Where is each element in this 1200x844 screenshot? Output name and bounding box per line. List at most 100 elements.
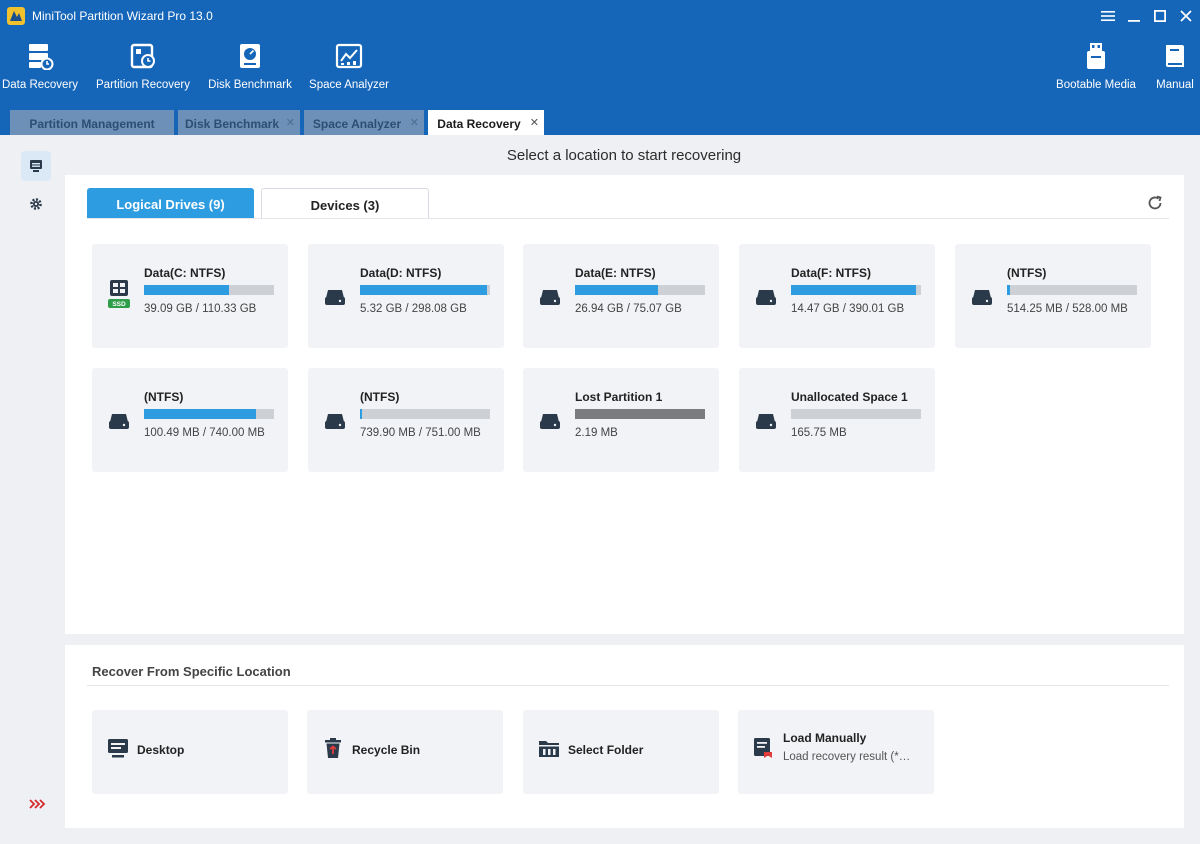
toolbar-manual[interactable]: Manual: [1150, 42, 1200, 100]
location-load-manually[interactable]: Load Manually Load recovery result (*…: [738, 710, 934, 794]
title-bar: MiniTool Partition Wizard Pro 13.0: [0, 0, 1200, 32]
drive-usage-fill: [575, 409, 705, 419]
tab-label: Data Recovery: [437, 117, 521, 131]
bootable-media-icon: [1087, 43, 1105, 69]
drive-name: (NTFS): [360, 390, 400, 404]
drive-usage-bar: [144, 285, 274, 295]
tab-label: Space Analyzer: [312, 117, 402, 131]
recycle-bin-icon: [325, 738, 341, 758]
location-sublabel: Load recovery result (*…: [783, 751, 911, 763]
tab-close-icon[interactable]: ✕: [286, 116, 295, 129]
tab-close-icon[interactable]: ✕: [410, 116, 419, 129]
load-manually-icon: [754, 738, 772, 758]
toolbar-manual-label: Manual: [1156, 79, 1194, 91]
app-logo-icon: [7, 7, 25, 25]
drive-usage-bar: [1007, 285, 1137, 295]
drive-card[interactable]: (NTFS) 514.25 MB / 528.00 MB: [955, 244, 1151, 348]
sidebar-recovery-button[interactable]: [21, 151, 51, 181]
drive-usage-bar: [360, 409, 490, 419]
drive-size: 165.75 MB: [791, 427, 847, 439]
toolbar-disk-benchmark[interactable]: Disk Benchmark: [204, 42, 296, 100]
sidebar-settings-button[interactable]: [21, 189, 51, 219]
specific-location-title: Recover From Specific Location: [92, 664, 291, 679]
tab-divider: [87, 218, 1169, 219]
location-recycle-bin[interactable]: Recycle Bin: [307, 710, 503, 794]
toolbar-data-recovery[interactable]: Data Recovery: [0, 42, 80, 100]
tab-logical-drives[interactable]: Logical Drives (9): [87, 188, 254, 218]
drive-panel: Logical Drives (9) Devices (3) SSD Data(…: [65, 175, 1184, 634]
drive-usage-fill: [1007, 285, 1010, 295]
drive-usage-bar: [575, 409, 705, 419]
drive-card[interactable]: Data(E: NTFS) 26.94 GB / 75.07 GB: [523, 244, 719, 348]
refresh-icon[interactable]: [1146, 194, 1164, 212]
tab-space-analyzer[interactable]: Space Analyzer ✕: [304, 110, 424, 135]
drive-name: Unallocated Space 1: [791, 390, 908, 404]
drive-card[interactable]: (NTFS) 739.90 MB / 751.00 MB: [308, 368, 504, 472]
hard-drive-icon: [325, 414, 345, 429]
monitor-icon: [30, 160, 42, 172]
location-label: Desktop: [137, 743, 185, 757]
drive-name: Data(F: NTFS): [791, 266, 871, 280]
hard-drive-icon: [540, 414, 560, 429]
drive-size: 739.90 MB / 751.00 MB: [360, 427, 481, 439]
drive-name: Lost Partition 1: [575, 390, 663, 404]
menu-button[interactable]: [1096, 4, 1120, 28]
drive-usage-fill: [144, 409, 256, 419]
tab-close-icon[interactable]: ✕: [530, 116, 539, 129]
drive-name: Data(E: NTFS): [575, 266, 656, 280]
tab-devices[interactable]: Devices (3): [261, 188, 429, 218]
drive-usage-fill: [144, 285, 229, 295]
location-label: Select Folder: [568, 743, 644, 757]
location-label: Recycle Bin: [352, 743, 421, 757]
drive-size: 5.32 GB / 298.08 GB: [360, 303, 467, 315]
drive-card[interactable]: (NTFS) 100.49 MB / 740.00 MB: [92, 368, 288, 472]
location-desktop[interactable]: Desktop: [92, 710, 288, 794]
drive-card[interactable]: Data(D: NTFS) 5.32 GB / 298.08 GB: [308, 244, 504, 348]
drive-usage-fill: [360, 285, 488, 295]
drive-size: 514.25 MB / 528.00 MB: [1007, 303, 1128, 315]
tab-partition-management[interactable]: Partition Management: [10, 110, 174, 135]
hard-drive-icon: [109, 414, 129, 429]
data-recovery-icon: [29, 44, 54, 70]
ssd-drive-icon: SSD: [108, 280, 130, 308]
drive-card[interactable]: SSD Data(C: NTFS) 39.09 GB / 110.33 GB: [92, 244, 288, 348]
maximize-button[interactable]: [1148, 4, 1172, 28]
toolbar-bootable-media-label: Bootable Media: [1056, 79, 1136, 91]
hard-drive-icon: [972, 290, 992, 305]
content-area: Select a location to start recovering Lo…: [0, 135, 1200, 844]
tab-data-recovery[interactable]: Data Recovery ✕: [428, 110, 544, 135]
expand-sidebar-icon[interactable]: [28, 797, 46, 811]
sidebar: [14, 149, 56, 831]
drive-usage-bar: [360, 285, 490, 295]
drive-card[interactable]: Data(F: NTFS) 14.47 GB / 390.01 GB: [739, 244, 935, 348]
toolbar-space-analyzer[interactable]: Space Analyzer: [306, 42, 392, 100]
app-title: MiniTool Partition Wizard Pro 13.0: [32, 9, 213, 23]
minimize-icon: [1128, 20, 1140, 22]
minimize-button[interactable]: [1122, 4, 1146, 28]
hard-drive-icon: [756, 290, 776, 305]
hamburger-icon: [1101, 11, 1115, 21]
section-divider: [87, 685, 1169, 686]
specific-location-panel: Recover From Specific Location Desktop R…: [65, 645, 1184, 828]
drive-usage-fill: [575, 285, 659, 295]
page-title: Select a location to start recovering: [506, 147, 742, 164]
drive-name: (NTFS): [144, 390, 184, 404]
drive-name: Data(C: NTFS): [144, 266, 226, 280]
location-select-folder[interactable]: Select Folder: [523, 710, 719, 794]
tab-disk-benchmark[interactable]: Disk Benchmark ✕: [178, 110, 300, 135]
tab-label: Disk Benchmark: [184, 117, 280, 131]
drive-card[interactable]: Lost Partition 1 2.19 MB: [523, 368, 719, 472]
drive-card[interactable]: Unallocated Space 1 165.75 MB: [739, 368, 935, 472]
toolbar-space-analyzer-label: Space Analyzer: [309, 79, 389, 91]
folder-icon: [539, 741, 559, 757]
hard-drive-icon: [756, 414, 776, 429]
drive-name: Data(D: NTFS): [360, 266, 442, 280]
hard-drive-icon: [325, 290, 345, 305]
close-button[interactable]: [1174, 4, 1198, 28]
toolbar-bootable-media[interactable]: Bootable Media: [1052, 42, 1140, 100]
toolbar-partition-recovery[interactable]: Partition Recovery: [92, 42, 194, 100]
close-icon: [1180, 10, 1192, 22]
manual-icon: [1166, 45, 1184, 67]
drive-usage-fill: [360, 409, 362, 419]
partition-recovery-icon: [130, 43, 155, 69]
